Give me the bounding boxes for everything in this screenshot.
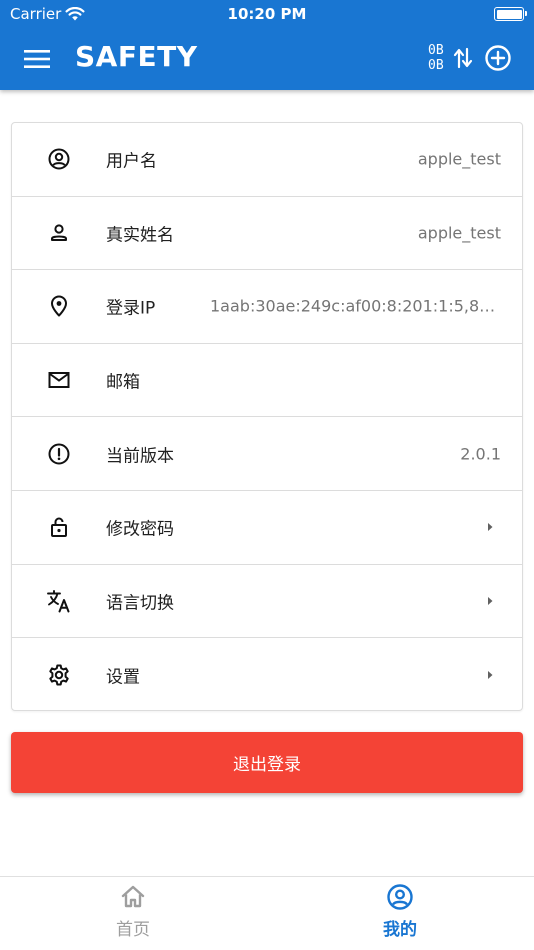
version-value: 2.0.1 xyxy=(460,444,501,464)
chevron-right-icon xyxy=(488,596,493,605)
email-label: 邮箱 xyxy=(106,372,140,393)
version-label: 当前版本 xyxy=(106,446,174,467)
chevron-right-icon xyxy=(488,523,493,532)
row-real-name: 真实姓名 apple_test xyxy=(12,197,522,271)
hamburger-menu-icon xyxy=(24,50,50,68)
login-ip-label: 登录IP xyxy=(106,298,156,319)
add-circle-icon xyxy=(485,45,511,71)
row-username: 用户名 apple_test xyxy=(12,123,522,197)
account-circle-icon xyxy=(46,146,72,172)
menu-button[interactable] xyxy=(22,45,52,73)
lock-icon xyxy=(46,514,72,540)
download-traffic: 0B xyxy=(428,58,444,73)
nav-mine-label: 我的 xyxy=(383,920,417,940)
location-pin-icon xyxy=(46,293,72,319)
nav-home[interactable]: 首页 xyxy=(73,883,193,940)
logout-button[interactable]: 退出登录 xyxy=(11,732,523,793)
status-bar: Carrier 10:20 PM xyxy=(0,0,534,28)
real-name-value: apple_test xyxy=(417,223,501,243)
profile-card: 用户名 apple_test 真实姓名 apple_test 登录IP 1aab… xyxy=(11,122,523,711)
swap-vertical-icon xyxy=(453,47,473,69)
settings-gear-icon xyxy=(46,662,72,688)
language-label: 语言切换 xyxy=(106,593,174,614)
login-ip-value: 1aab:30ae:249c:af00:8:201:1:5,8.210.167.… xyxy=(210,296,496,316)
username-value: apple_test xyxy=(417,149,501,169)
nav-home-label: 首页 xyxy=(116,920,150,940)
translate-icon xyxy=(46,588,72,614)
row-language[interactable]: 语言切换 xyxy=(12,565,522,639)
bottom-navigation: 首页 我的 xyxy=(0,876,534,950)
row-email: 邮箱 xyxy=(12,344,522,418)
row-login-ip: 登录IP 1aab:30ae:249c:af00:8:201:1:5,8.210… xyxy=(12,270,522,344)
mail-icon xyxy=(46,367,72,393)
traffic-counter: 0B 0B xyxy=(428,43,444,73)
transfer-button[interactable] xyxy=(451,44,475,72)
upload-traffic: 0B xyxy=(428,43,444,58)
row-version: 当前版本 2.0.1 xyxy=(12,417,522,491)
info-icon xyxy=(46,441,72,467)
add-button[interactable] xyxy=(484,44,512,72)
real-name-label: 真实姓名 xyxy=(106,225,174,246)
battery-icon xyxy=(494,7,527,21)
home-icon xyxy=(121,885,145,908)
person-icon xyxy=(46,220,72,246)
change-password-label: 修改密码 xyxy=(106,519,174,540)
username-label: 用户名 xyxy=(106,151,157,172)
settings-label: 设置 xyxy=(106,667,140,688)
logout-label: 退出登录 xyxy=(233,755,301,775)
app-bar: Carrier 10:20 PM SAFETY 0B 0B xyxy=(0,0,534,90)
status-time: 10:20 PM xyxy=(227,5,307,23)
account-circle-icon xyxy=(387,884,413,910)
toolbar: SAFETY 0B 0B xyxy=(0,28,534,90)
chevron-right-icon xyxy=(488,670,493,679)
row-change-password[interactable]: 修改密码 xyxy=(12,491,522,565)
nav-mine[interactable]: 我的 xyxy=(340,883,460,940)
row-settings[interactable]: 设置 xyxy=(12,638,522,712)
app-title: SAFETY xyxy=(75,40,198,73)
